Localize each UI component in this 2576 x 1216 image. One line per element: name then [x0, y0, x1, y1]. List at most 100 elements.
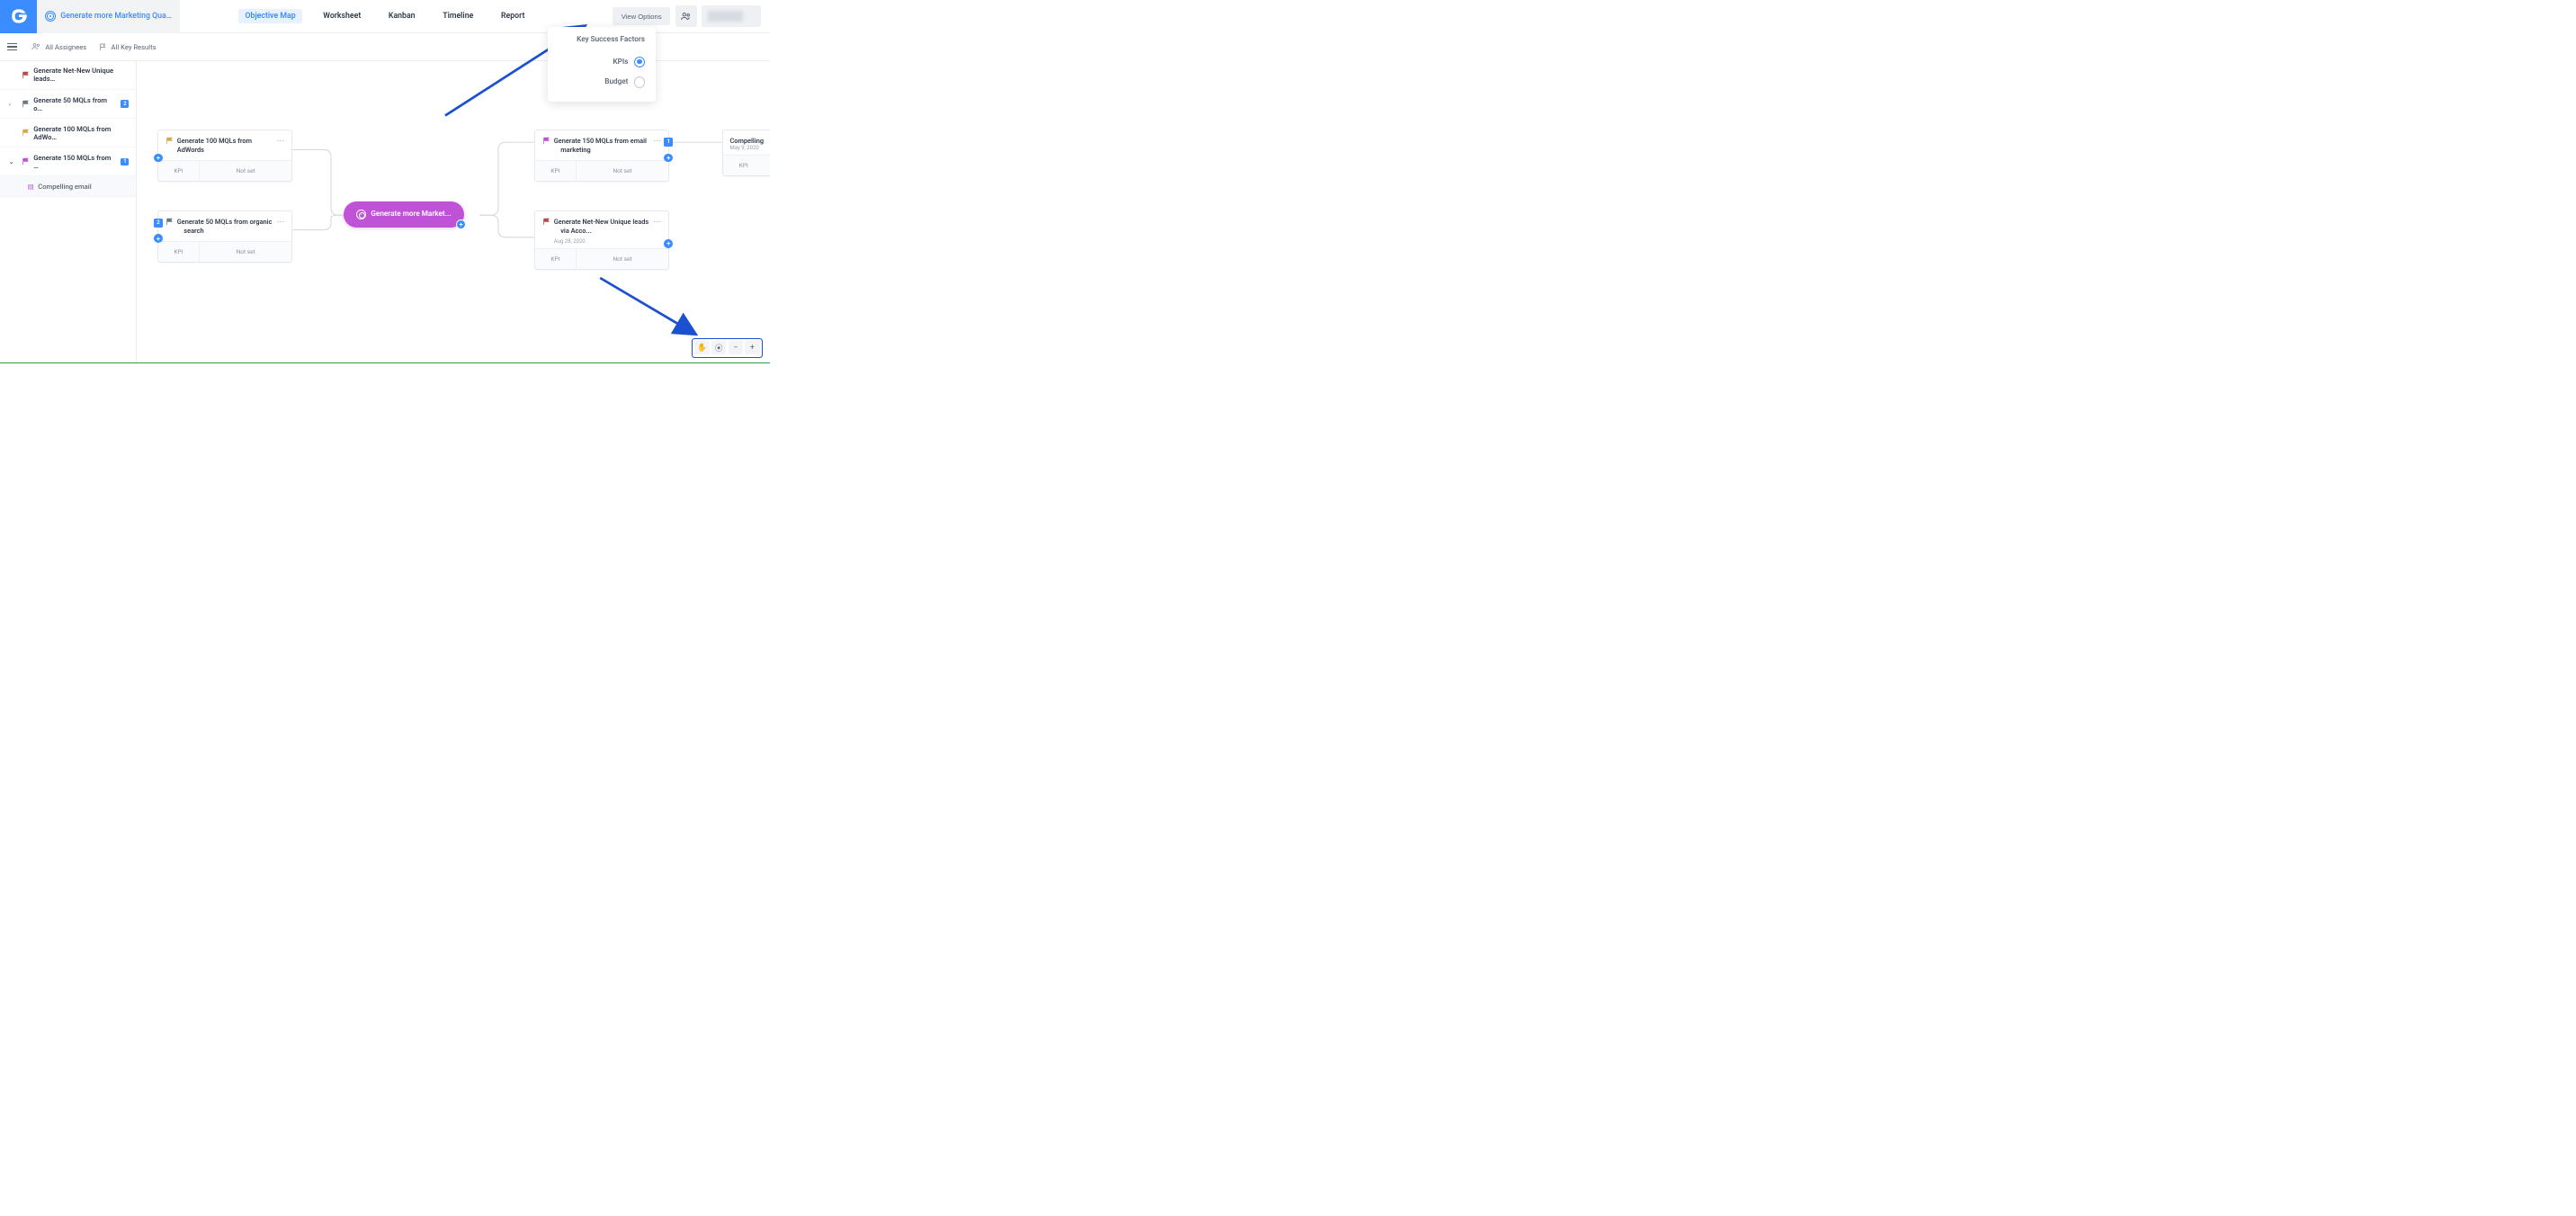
dropdown-option-budget[interactable]: Budget — [559, 72, 645, 93]
chevron-right-icon: › — [9, 101, 11, 108]
card-footer: KPI Not set — [158, 160, 291, 181]
tab-objective-map[interactable]: Objective Map — [238, 9, 302, 24]
kpi-value: Not set — [200, 161, 291, 181]
card-title: Generate 150 MQLs from email marketing — [554, 137, 649, 155]
root-objective[interactable]: Generate more Market... + — [344, 201, 464, 227]
more-icon[interactable]: ⋯ — [653, 137, 661, 146]
zoom-in-button[interactable]: + — [745, 341, 759, 354]
add-button[interactable]: + — [456, 219, 466, 229]
zoom-controls: ✋ ⦿ − + — [692, 338, 763, 358]
view-options-dropdown: Key Success Factors KPIs Budget — [548, 27, 656, 102]
menu-toggle[interactable] — [7, 43, 19, 50]
target-icon — [45, 11, 56, 22]
card-date: Aug 28, 2020 — [535, 238, 668, 248]
kpi-label: KPI — [723, 156, 765, 175]
option-label: Budget — [604, 77, 628, 86]
zoom-out-button[interactable]: − — [729, 341, 743, 354]
note-icon: ▤ — [28, 183, 34, 191]
sidebar-item-label: Generate 50 MQLs from o… — [33, 96, 117, 112]
people-icon — [681, 13, 692, 21]
add-button[interactable]: + — [154, 154, 163, 163]
sidebar-item[interactable]: Generate Net-New Unique leads… — [0, 61, 136, 90]
flag-icon — [165, 137, 174, 145]
add-button[interactable]: + — [664, 239, 673, 248]
target-icon — [356, 210, 366, 219]
card-footer: KPI — [723, 155, 770, 175]
radio-off-icon — [634, 76, 645, 87]
kpi-label: KPI — [158, 161, 200, 181]
flag-icon — [22, 129, 30, 137]
more-icon[interactable]: ⋯ — [276, 137, 284, 146]
bottom-accent-line — [0, 362, 770, 364]
sidebar-item-label: Compelling email — [38, 183, 91, 191]
app-logo[interactable] — [0, 0, 37, 33]
tab-worksheet[interactable]: Worksheet — [317, 9, 368, 24]
breadcrumb-title: Generate more Marketing Qua… — [60, 12, 172, 21]
sidebar-item-label: Generate Net-New Unique leads… — [33, 67, 129, 83]
count-badge: 2 — [154, 219, 163, 228]
view-options-button[interactable]: View Options — [613, 7, 671, 25]
breadcrumb[interactable]: Generate more Marketing Qua… — [37, 0, 180, 33]
tab-kanban[interactable]: Kanban — [381, 9, 422, 24]
logo-icon — [9, 6, 29, 26]
kpi-value: Not set — [577, 161, 668, 181]
kpi-label: KPI — [158, 242, 200, 262]
sidebar-item[interactable]: ⌄ Generate 150 MQLs from … 1 — [0, 148, 136, 176]
chevron-down-icon: ⌄ — [9, 158, 14, 165]
flag-icon — [22, 71, 30, 79]
flag-icon — [165, 218, 174, 226]
card-title: Generate 50 MQLs from organic search — [177, 218, 273, 236]
main-tabs: Objective Map Worksheet Kanban Timeline … — [238, 9, 532, 24]
option-label: KPIs — [613, 58, 628, 67]
kpi-value: Not set — [200, 242, 291, 262]
center-button[interactable]: ⦿ — [711, 341, 726, 354]
objective-card[interactable]: Generate Net-New Unique leads via Acco..… — [534, 210, 669, 270]
card-footer: KPI Not set — [535, 248, 668, 269]
dropdown-option-kpis[interactable]: KPIs — [559, 51, 645, 72]
filter-keyresults-label: All Key Results — [112, 43, 157, 51]
objective-card[interactable]: Generate 150 MQLs from email marketing ⋯… — [534, 130, 669, 182]
flag-icon — [99, 43, 107, 51]
flag-icon — [22, 100, 30, 108]
flag-icon — [542, 137, 550, 145]
header-actions: View Options — [613, 5, 770, 27]
card-footer: KPI Not set — [158, 241, 291, 262]
tab-report[interactable]: Report — [494, 9, 532, 24]
people-icon — [31, 43, 41, 50]
pan-button[interactable]: ✋ — [694, 341, 709, 354]
sidebar-item-label: Generate 150 MQLs from … — [33, 154, 117, 170]
radio-on-icon — [634, 57, 645, 67]
card-title: Generate 100 MQLs from AdWords — [177, 137, 273, 155]
kpi-label: KPI — [535, 249, 577, 269]
objective-map-canvas[interactable]: Generate 100 MQLs from AdWords ⋯ + KPI N… — [137, 61, 770, 363]
content-area: Generate Net-New Unique leads… › Generat… — [0, 61, 770, 363]
sidebar-item-label: Generate 100 MQLs from AdWo… — [33, 125, 129, 141]
filter-assignees[interactable]: All Assignees — [31, 43, 86, 51]
sidebar-item[interactable]: Generate 100 MQLs from AdWo… — [0, 119, 136, 148]
filter-assignees-label: All Assignees — [45, 43, 86, 51]
share-button[interactable] — [675, 5, 697, 27]
sidebar-item[interactable]: ▤ Compelling email — [0, 176, 136, 197]
count-badge: 2 — [121, 100, 129, 107]
more-icon[interactable]: ⋯ — [276, 218, 284, 227]
filter-keyresults[interactable]: All Key Results — [99, 43, 156, 51]
objective-card[interactable]: Compelling May 9, 2020 KPI — [722, 130, 770, 176]
card-date: May 9, 2020 — [723, 145, 770, 155]
objective-card[interactable]: Generate 100 MQLs from AdWords ⋯ + KPI N… — [157, 130, 292, 182]
flag-icon — [542, 218, 550, 226]
tab-timeline[interactable]: Timeline — [436, 9, 480, 24]
add-button[interactable]: + — [154, 234, 163, 243]
count-badge: 1 — [664, 138, 673, 147]
add-button[interactable]: + — [664, 154, 673, 163]
dropdown-title: Key Success Factors — [559, 35, 645, 44]
user-avatar[interactable] — [702, 5, 761, 27]
card-title: Generate Net-New Unique leads via Acco..… — [554, 218, 649, 236]
count-badge: 1 — [121, 158, 129, 165]
sidebar: Generate Net-New Unique leads… › Generat… — [0, 61, 137, 363]
sidebar-item[interactable]: › Generate 50 MQLs from o… 2 — [0, 90, 136, 119]
more-icon[interactable]: ⋯ — [653, 218, 661, 227]
root-title: Generate more Market... — [371, 210, 451, 219]
kpi-label: KPI — [535, 161, 577, 181]
objective-card[interactable]: 2 Generate 50 MQLs from organic search ⋯… — [157, 210, 292, 263]
flag-icon — [22, 157, 30, 165]
